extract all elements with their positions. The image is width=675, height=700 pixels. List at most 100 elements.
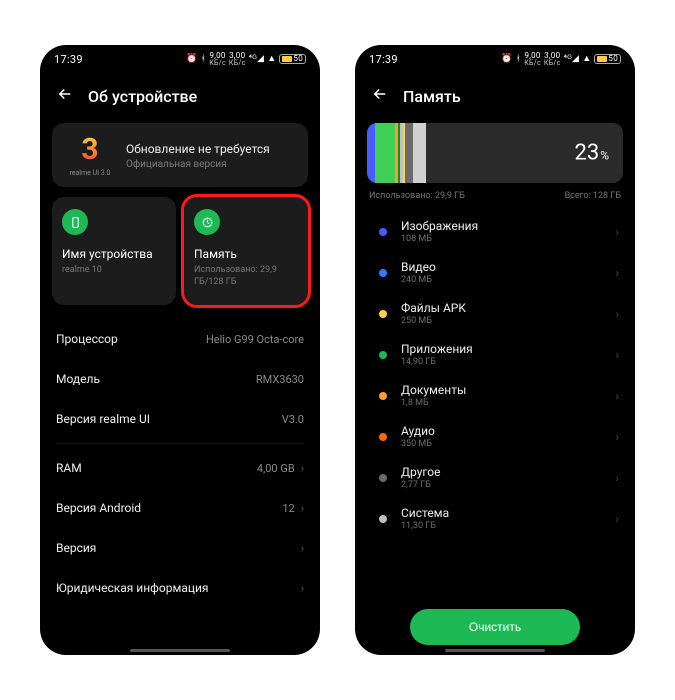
row-key: Модель	[56, 372, 100, 386]
wifi-icon: ▲	[582, 55, 591, 64]
back-button[interactable]	[371, 85, 389, 107]
chevron-right-icon: ›	[615, 266, 619, 280]
row-value: ›	[301, 542, 304, 555]
status-bar: 17:39 ⏰ ᚼ 9,00 КБ/c 3,00 КБ/c ⁴ᴳ◢ ▲ 50	[355, 45, 635, 73]
category-dot-icon	[379, 310, 387, 318]
storage-cat-аудио[interactable]: Аудио350 МБ›	[355, 416, 635, 457]
category-dot-icon	[379, 351, 387, 359]
category-dot-icon	[379, 392, 387, 400]
back-button[interactable]	[56, 85, 74, 107]
device-name-card[interactable]: Имя устройства realme 10	[52, 197, 176, 305]
storage-cat-видео[interactable]: Видео240 МБ›	[355, 252, 635, 293]
category-size: 14,90 ГБ	[401, 357, 615, 367]
net-speed-1: 9,00 КБ/c	[524, 52, 541, 67]
storage-total-label: Всего: 128 ГБ	[565, 191, 621, 201]
chevron-right-icon: ›	[301, 502, 304, 515]
category-dot-icon	[379, 515, 387, 523]
row-value: V3.0	[282, 413, 304, 426]
home-indicator[interactable]	[130, 649, 230, 652]
storage-cat-система[interactable]: Система11,30 ГБ›	[355, 498, 635, 539]
realme-ui-logo: 3 realme UI 3.0	[64, 135, 116, 177]
chevron-right-icon: ›	[615, 512, 619, 526]
chevron-right-icon: ›	[301, 542, 304, 555]
row-value: Helio G99 Octa-core	[206, 333, 304, 346]
row-value: ›	[301, 582, 304, 595]
titlebar: Память	[355, 73, 635, 123]
chevron-right-icon: ›	[301, 462, 304, 475]
category-name: Аудио	[401, 424, 615, 438]
about-row-модель: Модель RMX3630	[40, 359, 320, 399]
phone-icon	[62, 209, 88, 235]
row-key: Версия realme UI	[56, 412, 150, 426]
net-speed-2: 3,00 КБ/c	[544, 52, 561, 67]
row-value: RMX3630	[256, 373, 304, 386]
alarm-icon: ⏰	[186, 55, 198, 64]
home-indicator[interactable]	[445, 649, 545, 652]
chevron-right-icon: ›	[615, 471, 619, 485]
about-row-юридическая-информация[interactable]: Юридическая информация›	[40, 568, 320, 608]
category-name: Видео	[401, 260, 615, 274]
row-key: Версия Android	[56, 501, 141, 515]
category-name: Приложения	[401, 342, 615, 356]
category-size: 240 МБ	[401, 275, 615, 285]
category-name: Другое	[401, 465, 615, 479]
storage-card-value: Использовано: 29,9 ГБ/128 ГБ	[194, 265, 298, 288]
status-icons: ⏰ ᚼ 9,00 КБ/c 3,00 КБ/c ⁴ᴳ◢ ▲ 50	[501, 52, 621, 67]
storage-segment	[413, 123, 426, 183]
about-row-ram[interactable]: RAM4,00 GB›	[40, 448, 320, 488]
category-dot-icon	[379, 433, 387, 441]
storage-cat-приложения[interactable]: Приложения14,90 ГБ›	[355, 334, 635, 375]
category-size: 350 МБ	[401, 439, 615, 449]
category-dot-icon	[379, 228, 387, 236]
net-speed-2: 3,00 КБ/c	[229, 52, 246, 67]
storage-card[interactable]: Память Использовано: 29,9 ГБ/128 ГБ	[181, 194, 311, 308]
row-value: 4,00 GB›	[257, 462, 304, 475]
chevron-right-icon: ›	[615, 225, 619, 239]
update-banner-text: Обновление не требуется Официальная верс…	[126, 142, 270, 170]
device-name-value: realme 10	[62, 265, 166, 277]
clean-button[interactable]: Очистить	[410, 609, 580, 645]
status-icons: ⏰ ᚼ 9,00 КБ/c 3,00 КБ/c ⁴ᴳ◢ ▲ 50	[186, 52, 306, 67]
storage-icon	[194, 209, 220, 235]
storage-cat-другое[interactable]: Другое2,77 ГБ›	[355, 457, 635, 498]
phone-storage: 17:39 ⏰ ᚼ 9,00 КБ/c 3,00 КБ/c ⁴ᴳ◢ ▲ 50	[355, 45, 635, 655]
about-row-версия[interactable]: Версия ›	[40, 528, 320, 568]
storage-used-label: Использовано: 29,9 ГБ	[369, 191, 465, 201]
chevron-right-icon: ›	[615, 430, 619, 444]
net-speed-1: 9,00 КБ/c	[209, 52, 226, 67]
category-dot-icon	[379, 269, 387, 277]
storage-segment	[405, 123, 413, 183]
storage-cat-изображения[interactable]: Изображения108 МБ›	[355, 211, 635, 252]
storage-segment	[375, 123, 395, 183]
row-key: Версия	[56, 541, 96, 555]
about-info-list: Процессор Helio G99 Octa-core Модель RMX363…	[40, 319, 320, 608]
update-banner[interactable]: 3 realme UI 3.0 Обновление не требуется …	[52, 123, 308, 187]
category-name: Файлы APK	[401, 301, 615, 315]
about-row-процессор: Процессор Helio G99 Octa-core	[40, 319, 320, 359]
bluetooth-icon: ᚼ	[201, 55, 207, 64]
storage-usage-bar: 23%	[367, 123, 623, 183]
about-row-версия-realme-ui: Версия realme UI V3.0	[40, 399, 320, 439]
storage-percent: 23%	[574, 141, 609, 166]
category-dot-icon	[379, 474, 387, 482]
signal-icon: ⁴ᴳ◢	[564, 55, 580, 64]
row-value: 12›	[282, 502, 304, 515]
category-size: 250 МБ	[401, 316, 615, 326]
storage-cat-документы[interactable]: Документы1,8 МБ›	[355, 375, 635, 416]
signal-icon: ⁴ᴳ◢	[249, 55, 265, 64]
phone-about-device: 17:39 ⏰ ᚼ 9,00 КБ/c 3,00 КБ/c ⁴ᴳ◢ ▲ 50	[40, 45, 320, 655]
status-time: 17:39	[54, 53, 83, 66]
titlebar: Об устройстве	[40, 73, 320, 123]
battery-icon: 50	[279, 54, 306, 64]
row-key: Процессор	[56, 332, 118, 346]
about-row-версия-android[interactable]: Версия Android 12›	[40, 488, 320, 528]
storage-caption: Использовано: 29,9 ГБ Всего: 128 ГБ	[369, 191, 621, 201]
category-size: 11,30 ГБ	[401, 521, 615, 531]
chevron-right-icon: ›	[301, 582, 304, 595]
status-time: 17:39	[369, 53, 398, 66]
storage-cat-файлы apk[interactable]: Файлы APK250 МБ›	[355, 293, 635, 334]
storage-category-list: Изображения108 МБ›Видео240 МБ›Файлы APK2…	[355, 211, 635, 599]
category-size: 1,8 МБ	[401, 398, 615, 408]
category-size: 2,77 ГБ	[401, 480, 615, 490]
status-bar: 17:39 ⏰ ᚼ 9,00 КБ/c 3,00 КБ/c ⁴ᴳ◢ ▲ 50	[40, 45, 320, 73]
